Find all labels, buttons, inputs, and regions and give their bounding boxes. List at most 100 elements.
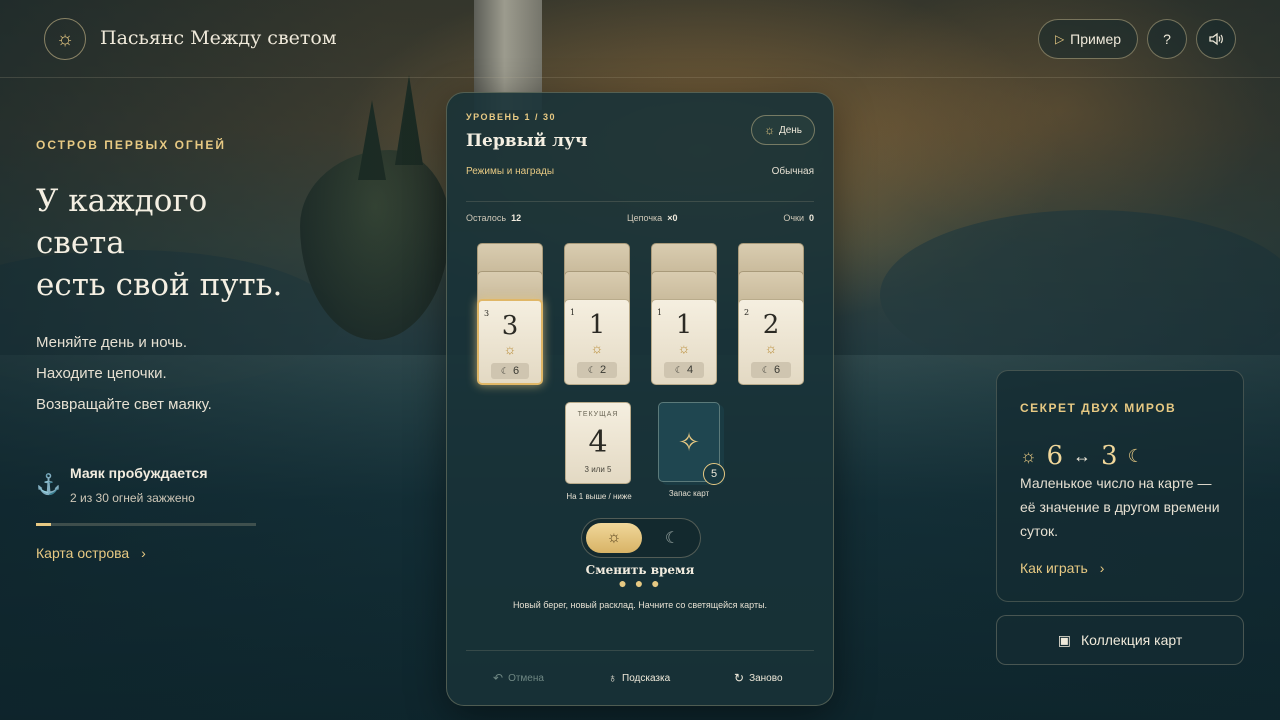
- current-card-value: 4: [588, 425, 608, 460]
- island-map-label: Карта острова: [36, 545, 130, 561]
- sun-icon: ☼: [590, 340, 604, 356]
- time-of-day-button[interactable]: ☼ День: [751, 115, 815, 145]
- moon-icon: ☾: [674, 364, 683, 375]
- hero-headline: У каждого света есть свой путь.: [36, 180, 316, 306]
- level-name: Первый луч: [466, 131, 588, 151]
- modes-rewards-link[interactable]: Режимы и награды: [466, 166, 554, 177]
- day-sun-icon[interactable]: ☼: [586, 523, 642, 553]
- draw-pile-count: 5: [703, 463, 725, 485]
- current-card: ТЕКУЩАЯ 4 3 или 5: [565, 402, 631, 484]
- headline-line: света: [36, 225, 125, 261]
- headline-line: есть свой путь.: [36, 267, 283, 303]
- restart-label: Заново: [749, 672, 783, 684]
- difficulty-label: Обычная: [771, 166, 814, 177]
- progress-title: Маяк пробуждается: [70, 465, 208, 481]
- tagline-line: Меняйте день и ночь.: [36, 334, 188, 351]
- playable-card[interactable]: 3 3 ☼ ☾ 6: [477, 299, 543, 385]
- card-day-value: 3: [501, 311, 519, 341]
- card-day-value: 1: [588, 310, 606, 340]
- card-night-badge: ☾ 2: [577, 362, 617, 378]
- level-indicator: УРОВЕНЬ 1 / 30: [466, 112, 556, 122]
- secret-card: СЕКРЕТ ДВУХ МИРОВ ☼ 6 ↔ 3 ☾ Маленькое чи…: [996, 370, 1244, 602]
- sun-icon: ☼: [677, 340, 691, 356]
- moon-icon: ☾: [587, 364, 596, 375]
- stat-remaining-value: 12: [511, 213, 522, 223]
- stat-score-label: Очки: [783, 213, 804, 223]
- headline-line: У каждого: [36, 183, 208, 219]
- bag-icon: ▣: [1057, 631, 1071, 648]
- playable-card[interactable]: 1 1 ☼ ☾ 2: [564, 299, 630, 385]
- stat-remaining: Осталось 12: [466, 213, 521, 223]
- secret-formula: ☼ 6 ↔ 3 ☾: [1020, 441, 1144, 471]
- card-collection-button[interactable]: ▣ Коллекция карт: [996, 615, 1244, 665]
- play-icon: ▷: [1054, 32, 1065, 46]
- divider: [466, 201, 814, 202]
- current-card-kicker: ТЕКУЩАЯ: [577, 411, 619, 418]
- current-card-options: 3 или 5: [584, 465, 612, 474]
- card-night-value: 4: [686, 364, 694, 376]
- island-map-link[interactable]: Карта острова ›: [36, 545, 146, 561]
- stat-chain: Цепочка ×0: [627, 213, 677, 223]
- secret-night-value: 3: [1101, 441, 1118, 471]
- undo-icon: ↶: [493, 671, 504, 685]
- card-night-badge: ☾ 4: [664, 362, 704, 378]
- restart-button[interactable]: ↻ Заново: [734, 671, 783, 685]
- night-moon-icon[interactable]: ☾: [646, 523, 698, 553]
- help-button[interactable]: ?: [1147, 19, 1187, 59]
- secret-description: Маленькое число на карте — её значение в…: [1020, 475, 1220, 539]
- stat-remaining-label: Осталось: [466, 213, 507, 223]
- sun-icon: ☼: [503, 341, 517, 357]
- stat-chain-label: Цепочка: [627, 213, 663, 223]
- game-panel: УРОВЕНЬ 1 / 30 Первый луч ☼ День Режимы …: [446, 92, 834, 706]
- tagline-line: Возвращайте свет маяку.: [36, 396, 212, 413]
- playable-card[interactable]: 2 2 ☼ ☾ 6: [738, 299, 804, 385]
- lightbulb-icon: ♁: [608, 671, 617, 685]
- card-day-value: 2: [762, 310, 780, 340]
- undo-label: Отмена: [508, 672, 544, 684]
- secret-day-value: 6: [1046, 441, 1064, 471]
- swap-arrow: ↔: [1073, 445, 1092, 466]
- card-collection-label: Коллекция карт: [1080, 632, 1183, 648]
- card-night-badge: ☾ 6: [751, 362, 791, 378]
- divider: [466, 650, 814, 651]
- card-night-badge: ☾ 6: [491, 363, 529, 379]
- tagline-line: Находите цепочки.: [36, 365, 167, 382]
- example-button[interactable]: ▷ Пример: [1038, 19, 1138, 59]
- sun-icon: ☼: [763, 123, 775, 137]
- top-bar: ☼ Пасьянс Между светом ▷ Пример ?: [0, 0, 1280, 78]
- chevron-right-icon: ›: [141, 545, 146, 561]
- progress-bar: [36, 523, 256, 526]
- example-button-label: Пример: [1070, 31, 1122, 47]
- sound-button[interactable]: [1196, 19, 1236, 59]
- sun-icon: ☼: [764, 340, 778, 356]
- card-night-value: 2: [599, 364, 607, 376]
- step-dots: ● ● ●: [618, 575, 662, 591]
- chevron-right-icon: ›: [1099, 560, 1105, 576]
- stat-chain-value: ×0: [667, 213, 678, 223]
- draw-pile-caption: Запас карт: [668, 489, 710, 498]
- hint-button[interactable]: ♁ Подсказка: [608, 671, 670, 685]
- current-card-caption: На 1 выше / ниже: [566, 492, 632, 501]
- status-message: Новый берег, новый расклад. Начните со с…: [512, 600, 768, 610]
- sun-logo-icon[interactable]: ☼: [44, 18, 86, 60]
- card-day-value: 1: [675, 310, 693, 340]
- day-night-toggle[interactable]: ☼ ☾: [581, 518, 701, 558]
- secret-kicker: СЕКРЕТ ДВУХ МИРОВ: [1020, 401, 1177, 415]
- hint-label: Подсказка: [622, 672, 671, 684]
- undo-button[interactable]: ↶ Отмена: [493, 671, 544, 685]
- progress-subtitle: 2 из 30 огней зажжено: [70, 491, 195, 505]
- card-night-value: 6: [773, 364, 781, 376]
- time-of-day-label: День: [778, 124, 803, 136]
- anchor-icon: ⚓: [36, 474, 61, 496]
- moon-icon: ☾: [500, 365, 509, 376]
- how-to-play-label: Как играть: [1020, 560, 1088, 576]
- stat-score: Очки 0: [783, 213, 814, 223]
- moon-icon: ☾: [1127, 445, 1144, 466]
- restart-icon: ↻: [734, 671, 745, 685]
- sparkle-icon: ✧: [678, 426, 700, 457]
- app-title: Пасьянс Между светом: [100, 27, 337, 49]
- speaker-icon: [1209, 32, 1223, 46]
- how-to-play-link[interactable]: Как играть ›: [1020, 560, 1104, 576]
- playable-card[interactable]: 1 1 ☼ ☾ 4: [651, 299, 717, 385]
- sun-icon: ☼: [1020, 445, 1037, 466]
